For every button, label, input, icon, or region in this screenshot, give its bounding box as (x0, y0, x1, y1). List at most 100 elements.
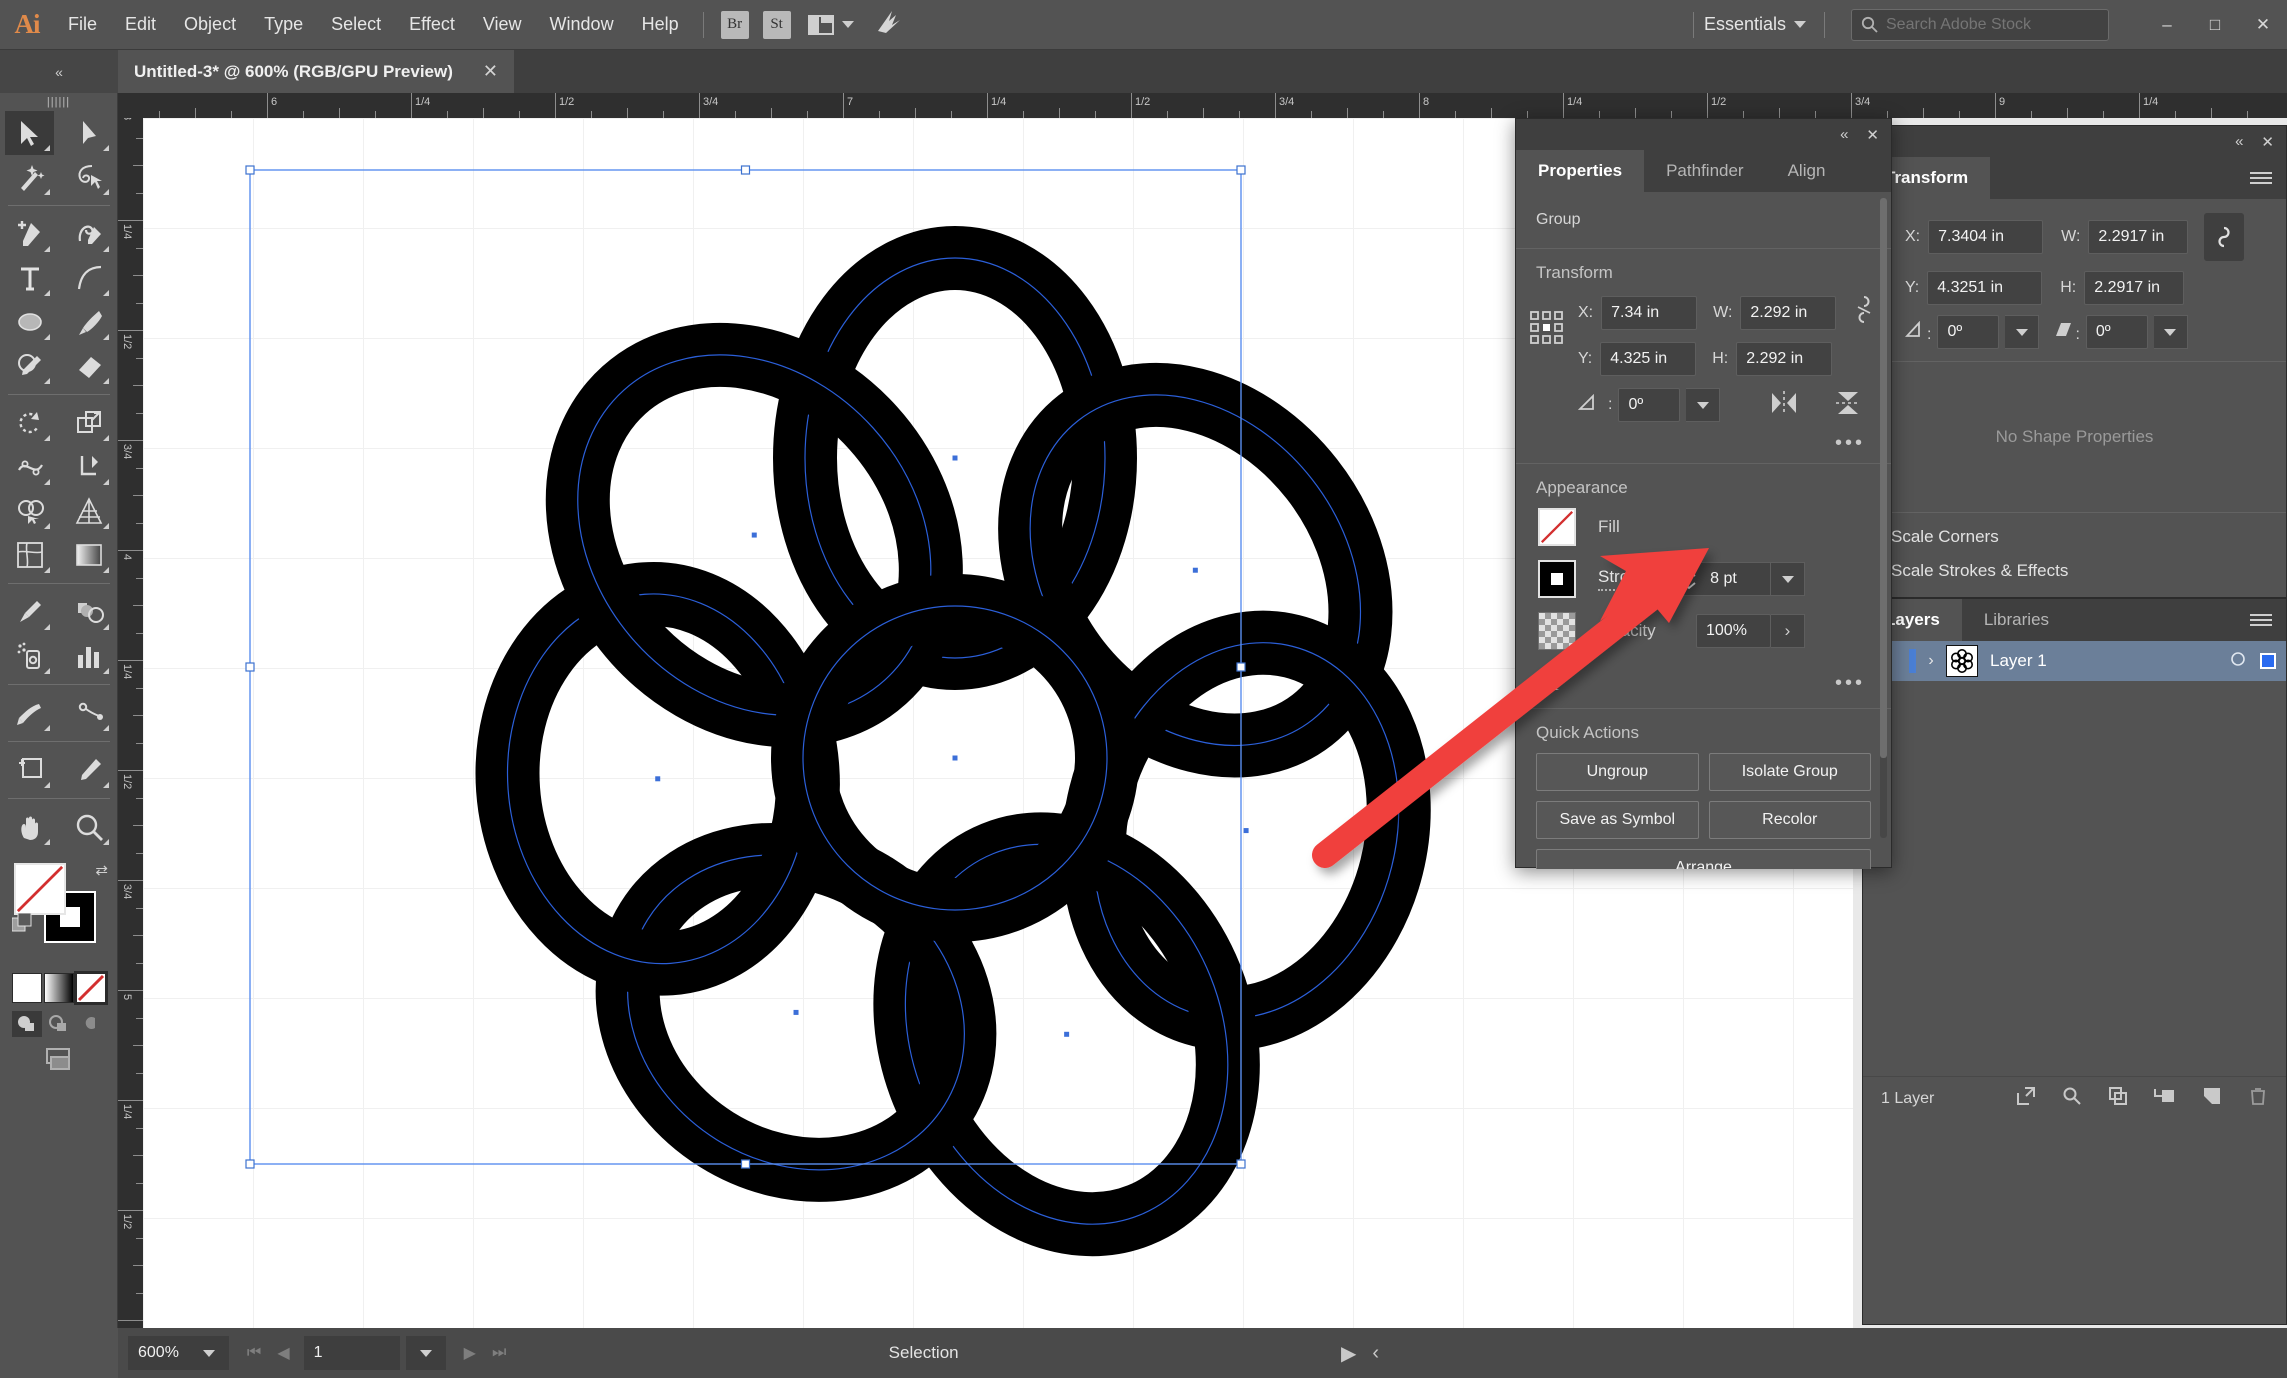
stroke-weight-field[interactable]: 8 pt (1701, 562, 1772, 596)
props-y-field[interactable]: 4.325 in (1600, 342, 1697, 376)
transform-panel-menu-icon[interactable] (2236, 157, 2286, 199)
recolor-button[interactable]: Recolor (1708, 801, 1871, 839)
tool-shaper-tool[interactable] (5, 344, 54, 388)
props-x-field[interactable]: 7.34 in (1601, 295, 1698, 330)
anchor-point[interactable] (1192, 567, 1198, 573)
artboard-dropdown[interactable] (405, 1336, 446, 1370)
anchor-point[interactable] (655, 776, 661, 782)
selection-handle[interactable] (1236, 1159, 1246, 1169)
selection-handle[interactable] (1236, 165, 1246, 175)
selection-handle[interactable] (245, 1159, 255, 1169)
transform-shear-dropdown[interactable] (2153, 315, 2188, 349)
props-w-field[interactable]: 2.292 in (1740, 295, 1837, 330)
flip-vertical-icon[interactable] (1834, 390, 1862, 421)
tool-mesh-tool[interactable] (5, 533, 54, 577)
zoom-level-field[interactable]: 600% (128, 1336, 189, 1370)
stroke-label[interactable]: Stroke (1598, 567, 1648, 591)
tool-lasso-tool[interactable] (64, 155, 113, 199)
layer-target-icon[interactable] (2230, 651, 2246, 672)
opacity-options-arrow[interactable]: › (1771, 614, 1805, 648)
arrange-button[interactable]: Arrange (1536, 849, 1871, 869)
find-icon[interactable] (2062, 1086, 2082, 1111)
tab-align[interactable]: Align (1766, 150, 1848, 192)
draw-normal-icon[interactable] (11, 1011, 42, 1037)
tab-properties[interactable]: Properties (1516, 150, 1645, 192)
new-layer-icon[interactable] (2202, 1086, 2222, 1111)
tool-eyedropper-tool[interactable] (5, 590, 54, 634)
toolbar-drag-handle[interactable]: |||||| (0, 93, 117, 111)
menu-effect[interactable]: Effect (395, 0, 469, 50)
artboard-number-field[interactable]: 1 (303, 1336, 400, 1370)
window-maximize-button[interactable]: □ (2191, 8, 2239, 42)
tool-slice-select-tool[interactable] (64, 748, 113, 792)
stroke-color-swatch[interactable] (1538, 560, 1576, 598)
tool-line-segment-tool[interactable] (64, 256, 113, 300)
tool-type-tool[interactable] (5, 256, 54, 300)
draw-inside-icon[interactable] (76, 1011, 106, 1037)
default-fill-stroke-icon[interactable] (11, 912, 32, 933)
draw-behind-icon[interactable] (44, 1011, 74, 1037)
tool-scale-tool[interactable] (64, 401, 113, 445)
document-tab-close-icon[interactable]: ✕ (483, 61, 498, 82)
tool-paintbrush-tool[interactable] (64, 300, 113, 344)
save-as-symbol-button[interactable]: Save as Symbol (1536, 801, 1699, 839)
anchor-point[interactable] (793, 1009, 799, 1015)
tool-curvature-tool[interactable] (64, 212, 113, 256)
scale-strokes-option[interactable]: Scale Strokes & Effects (1863, 547, 2286, 597)
menu-help[interactable]: Help (628, 0, 693, 50)
transform-y-field[interactable]: 4.3251 in (1927, 271, 2043, 305)
transform-angle-dropdown[interactable] (2005, 315, 2040, 349)
properties-close-icon[interactable]: ✕ (1866, 126, 1879, 144)
artboard-next-icon[interactable]: ▶ (456, 1343, 484, 1363)
status-expand-icon[interactable]: ▶ (1333, 1341, 1364, 1366)
tool-zoom-tool[interactable] (64, 805, 113, 849)
fx-icon[interactable]: fx (1542, 670, 1559, 697)
arrange-documents-icon[interactable] (807, 14, 854, 36)
tool-rotate-tool[interactable] (5, 401, 54, 445)
properties-panel-titlebar[interactable]: « ✕ (1516, 119, 1891, 150)
tab-libraries[interactable]: Libraries (1962, 599, 2071, 641)
opacity-checker-swatch[interactable] (1538, 612, 1576, 650)
ungroup-button[interactable]: Ungroup (1536, 753, 1699, 791)
document-tab[interactable]: Untitled-3* @ 600% (RGB/GPU Preview) ✕ (118, 50, 514, 93)
menu-select[interactable]: Select (317, 0, 395, 50)
properties-scrollbar-thumb[interactable] (1880, 198, 1887, 758)
tool-slice-tool[interactable] (5, 691, 54, 735)
tab-pathfinder[interactable]: Pathfinder (1644, 150, 1766, 192)
tool-eraser-tool[interactable] (64, 344, 113, 388)
selection-handle[interactable] (245, 662, 255, 672)
tool-gradient-tool[interactable] (64, 533, 113, 577)
window-minimize-button[interactable]: – (2143, 8, 2191, 42)
transform-close-icon[interactable]: ✕ (2261, 133, 2274, 151)
tool-free-transform-tool[interactable] (64, 445, 113, 489)
panel-collapse-grip[interactable]: « (0, 50, 118, 93)
props-link-broken-icon[interactable] (1854, 293, 1874, 332)
tool-direct-selection-tool[interactable] (64, 111, 113, 155)
tool-blend-tool[interactable] (64, 590, 113, 634)
tool-perspective-grid-tool[interactable] (64, 489, 113, 533)
tool-shape-builder-tool[interactable] (5, 489, 54, 533)
vertical-ruler[interactable]: 3 1/4 1/2 3/4 4 1/4 1/2 3/4 5 1/4 1/2 (118, 118, 143, 1328)
anchor-point[interactable] (952, 755, 958, 761)
scale-corners-option[interactable]: Scale Corners (1863, 513, 2286, 547)
status-collapse-icon[interactable]: ‹ (1364, 1342, 1387, 1365)
transform-shear-field[interactable]: 0º (2085, 315, 2148, 349)
selection-handle[interactable] (245, 165, 255, 175)
zoom-level-dropdown[interactable] (188, 1336, 229, 1370)
layer-name[interactable]: Layer 1 (1990, 651, 2047, 671)
make-clipping-mask-icon[interactable] (2108, 1086, 2128, 1111)
flip-horizontal-icon[interactable] (1770, 390, 1798, 421)
workspace-label[interactable]: Essentials (1704, 14, 1786, 35)
anchor-point[interactable] (1064, 1031, 1070, 1037)
appearance-more-options-icon[interactable]: ••• (1835, 672, 1865, 695)
transform-h-field[interactable]: 2.2917 in (2084, 271, 2185, 305)
stroke-weight-stepper[interactable]: 8 pt (1675, 562, 1806, 596)
bridge-icon[interactable]: Br (720, 10, 749, 39)
layers-panel-menu-icon[interactable] (2236, 599, 2286, 641)
props-angle-dropdown[interactable] (1686, 388, 1721, 422)
tool-width-tool[interactable] (5, 445, 54, 489)
layer-selection-square[interactable] (2260, 653, 2276, 669)
transform-reference-point-icon[interactable] (1530, 311, 1564, 350)
fill-color-swatch[interactable] (1538, 508, 1576, 546)
transform-angle-field[interactable]: 0º (1937, 315, 2000, 349)
